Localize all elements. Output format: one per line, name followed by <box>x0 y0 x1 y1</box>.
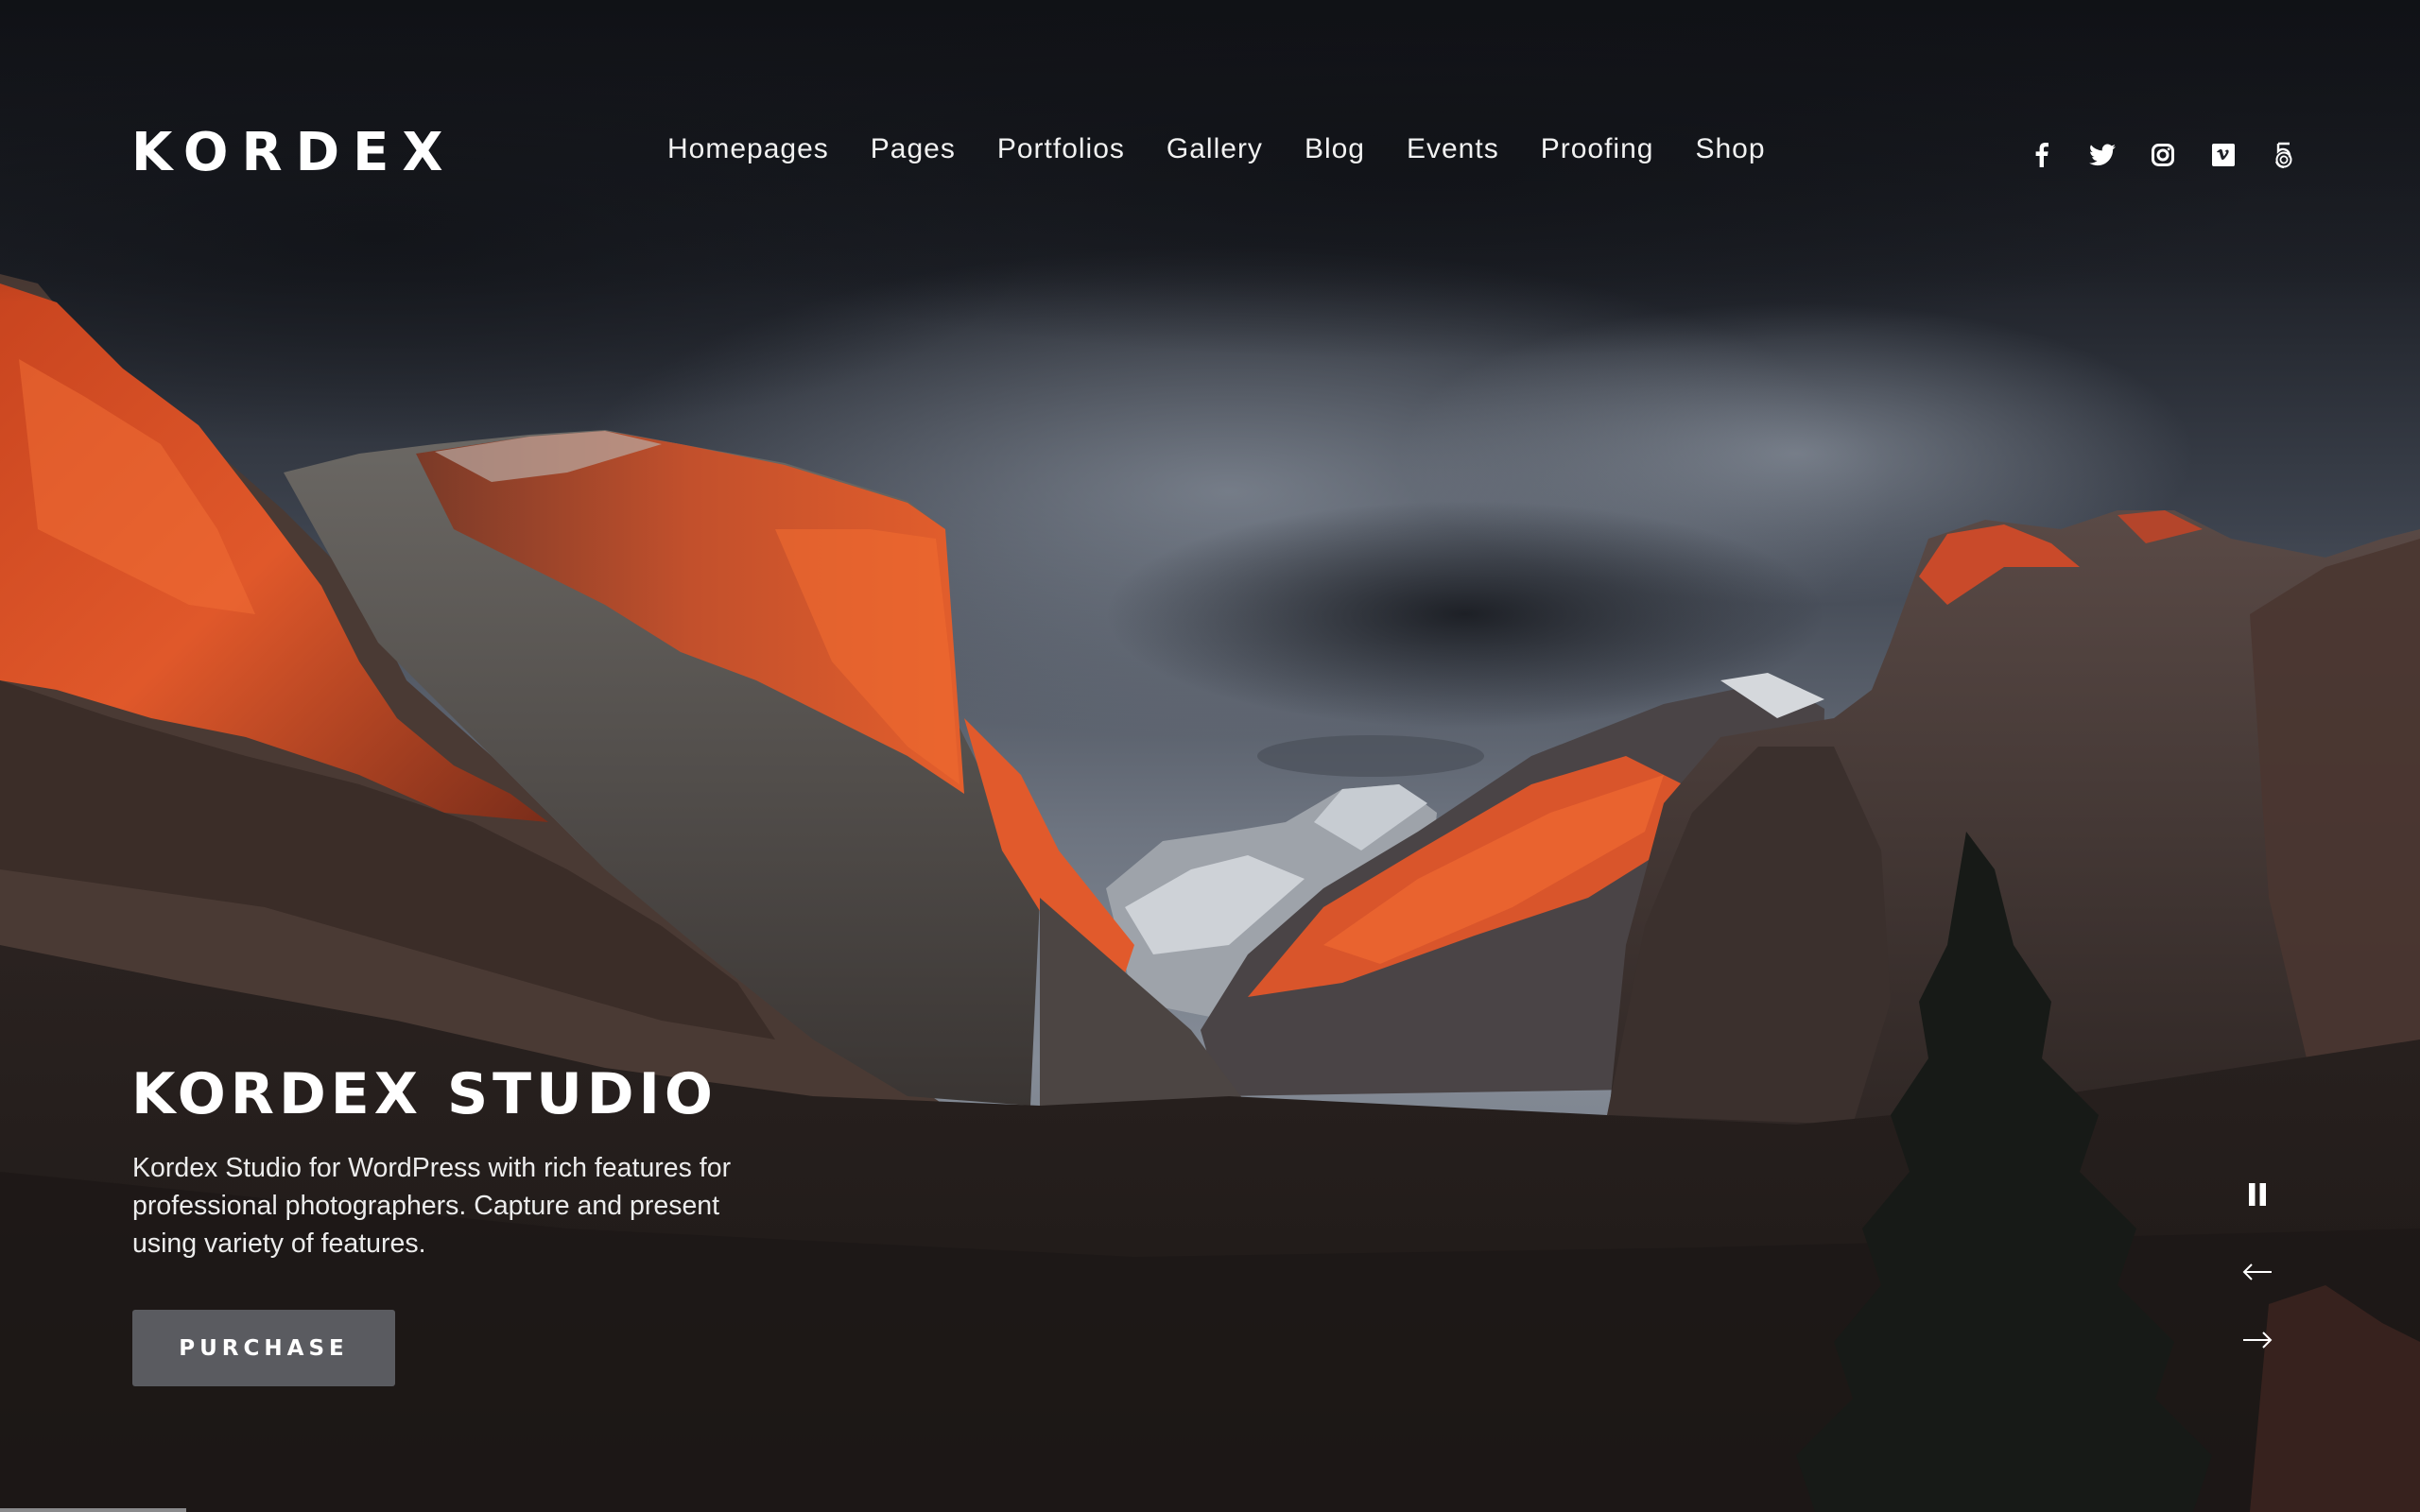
vimeo-icon[interactable] <box>2193 140 2254 170</box>
arrow-left-icon <box>2242 1263 2272 1280</box>
twitter-icon[interactable] <box>2072 140 2133 170</box>
slide-progress-bar <box>0 1508 2420 1512</box>
nav-item-gallery[interactable]: Gallery <box>1167 129 1263 170</box>
purchase-button[interactable]: PURCHASE <box>132 1310 395 1386</box>
instagram-icon[interactable] <box>2133 140 2193 170</box>
nav-item-events[interactable]: Events <box>1407 129 1499 170</box>
nav-item-proofing[interactable]: Proofing <box>1541 129 1654 170</box>
hero-description: Kordex Studio for WordPress with rich fe… <box>132 1153 732 1259</box>
slide-progress-fill <box>0 1508 187 1512</box>
previous-slide-button[interactable] <box>2231 1251 2284 1293</box>
main-navigation: Homepages Pages Portfolios Gallery Blog … <box>667 129 1766 170</box>
nav-item-portfolios[interactable]: Portfolios <box>997 129 1125 170</box>
pause-icon <box>2249 1183 2266 1206</box>
facebook-icon[interactable] <box>2012 140 2072 170</box>
arrow-right-icon <box>2243 1332 2273 1349</box>
nav-item-blog[interactable]: Blog <box>1305 129 1365 170</box>
next-slide-button[interactable] <box>2231 1319 2284 1361</box>
social-links <box>2012 140 2314 170</box>
nav-item-pages[interactable]: Pages <box>871 129 956 170</box>
nav-item-homepages[interactable]: Homepages <box>667 129 829 170</box>
500px-icon[interactable] <box>2254 140 2314 170</box>
hero-title: KORDEX STUDIO <box>131 1061 717 1127</box>
nav-item-shop[interactable]: Shop <box>1695 129 1765 170</box>
pause-button[interactable] <box>2231 1174 2284 1215</box>
site-logo[interactable]: KORDEX <box>131 121 457 185</box>
site-header: KORDEX Homepages Pages Portfolios Galler… <box>0 0 2420 302</box>
